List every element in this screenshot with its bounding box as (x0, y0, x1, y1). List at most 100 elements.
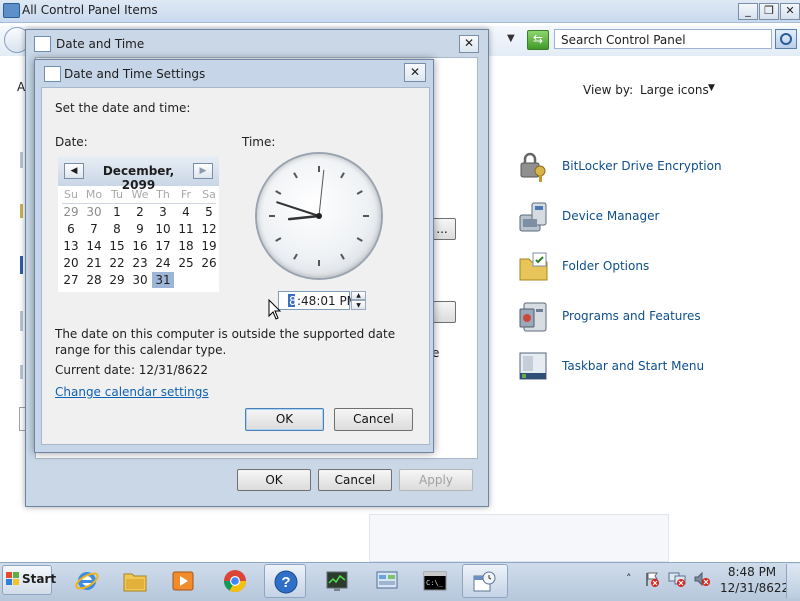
taskbar-chrome[interactable] (214, 564, 256, 598)
clock-minute-hand (276, 201, 320, 217)
calendar-day[interactable]: 30 (129, 272, 151, 288)
maximize-button[interactable]: ❐ (759, 3, 779, 20)
settings-cancel-button[interactable]: Cancel (334, 408, 413, 431)
time-hour[interactable]: 8 (289, 294, 297, 308)
svg-text:?: ? (281, 574, 290, 591)
refresh-button[interactable]: ⇆ (527, 30, 549, 50)
taskbar-control-panel[interactable] (366, 564, 408, 598)
calendar-day[interactable]: 24 (152, 255, 174, 271)
previous-month-button[interactable]: ◀ (64, 163, 84, 179)
calendar-day[interactable]: 28 (83, 272, 105, 288)
taskbar-help[interactable]: ? (264, 564, 306, 598)
calendar-day[interactable]: 25 (175, 255, 197, 271)
search-input[interactable]: Search Control Panel (554, 29, 772, 49)
taskbar-date-time[interactable] (462, 564, 508, 598)
time-spin-down-button[interactable]: ▼ (351, 300, 366, 310)
calendar-day-of-week: Th (156, 188, 170, 201)
clock-tick (293, 172, 298, 179)
calendar-day[interactable]: 20 (60, 255, 82, 271)
date-time-ok-button[interactable]: OK (237, 469, 311, 491)
cp-item-folder-options[interactable]: Folder Options (518, 251, 778, 285)
settings-close-button[interactable]: ✕ (404, 63, 426, 82)
cp-item-bitlocker[interactable]: BitLocker Drive Encryption (518, 151, 778, 185)
calendar-day[interactable]: 27 (60, 272, 82, 288)
cp-item-device-manager[interactable]: Device Manager (518, 201, 778, 235)
minimize-button[interactable]: _ (738, 3, 758, 20)
address-dropdown-icon[interactable]: ▼ (507, 33, 515, 44)
programs-features-icon (519, 302, 547, 332)
calendar-day[interactable]: 1 (106, 204, 128, 220)
search-icon[interactable] (775, 29, 797, 49)
calendar-day[interactable]: 16 (129, 238, 151, 254)
cp-item-taskbar-start-menu[interactable]: Taskbar and Start Menu (518, 351, 778, 385)
current-date-text: Current date: 12/31/8622 (55, 363, 208, 377)
calendar-day[interactable]: 26 (198, 255, 220, 271)
clock-tick (275, 190, 282, 195)
calendar-day[interactable]: 7 (83, 221, 105, 237)
cp-item-label: BitLocker Drive Encryption (562, 159, 722, 173)
time-label: Time: (242, 135, 276, 149)
close-button[interactable]: ✕ (780, 3, 800, 20)
view-by-dropdown[interactable]: Large icons (640, 83, 709, 97)
calendar-day[interactable]: 29 (60, 204, 82, 220)
action-center-flag-icon[interactable] (644, 571, 660, 587)
calendar-day[interactable]: 2 (129, 204, 151, 220)
calendar-day[interactable]: 4 (175, 204, 197, 220)
partial-icon (20, 152, 23, 168)
calendar-day[interactable]: 22 (106, 255, 128, 271)
date-time-close-button[interactable]: ✕ (459, 35, 479, 53)
calendar-day-of-week: We (131, 188, 149, 201)
date-time-cancel-button[interactable]: Cancel (318, 469, 392, 491)
view-by-label: View by: (583, 83, 634, 97)
settings-ok-button[interactable]: OK (245, 408, 324, 431)
calendar-day-of-week: Tu (110, 188, 124, 201)
calendar-day[interactable]: 23 (129, 255, 151, 271)
calendar-day[interactable]: 11 (175, 221, 197, 237)
show-desktop-button[interactable] (786, 564, 800, 598)
calendar-day[interactable]: 30 (83, 204, 105, 220)
calendar-day[interactable]: 29 (106, 272, 128, 288)
taskbar-clock-time[interactable]: 8:48 PM (724, 565, 780, 579)
taskbar-internet-explorer[interactable] (66, 564, 108, 598)
change-calendar-settings-link[interactable]: Change calendar settings (55, 385, 209, 399)
taskbar-clock-date[interactable]: 12/31/8622 (720, 581, 789, 595)
calendar-day[interactable]: 19 (198, 238, 220, 254)
time-value[interactable]: :48:01 PM (297, 294, 357, 308)
analog-clock (257, 154, 381, 278)
calendar-day[interactable]: 15 (106, 238, 128, 254)
taskbar-file-explorer[interactable] (114, 564, 156, 598)
next-month-button[interactable]: ▶ (193, 163, 213, 179)
calendar-day[interactable]: 21 (83, 255, 105, 271)
calendar-day[interactable]: 14 (83, 238, 105, 254)
chevron-down-icon[interactable]: ▼ (708, 83, 715, 93)
calendar-day[interactable]: 18 (175, 238, 197, 254)
calendar-day[interactable]: 12 (198, 221, 220, 237)
calendar-day[interactable]: 10 (152, 221, 174, 237)
mouse-cursor-icon (268, 299, 282, 320)
calendar-day[interactable]: 3 (152, 204, 174, 220)
start-label[interactable]: Start (22, 572, 56, 586)
calendar-day[interactable]: 6 (60, 221, 82, 237)
cp-item-programs-features[interactable]: Programs and Features (518, 301, 778, 335)
calendar-day[interactable]: 9 (129, 221, 151, 237)
calendar-day[interactable]: 17 (152, 238, 174, 254)
calendar-day[interactable]: 8 (106, 221, 128, 237)
calendar-day[interactable]: 31 (152, 272, 174, 288)
calendar-day-of-week: Mo (85, 188, 103, 201)
taskbar-task-manager[interactable] (316, 564, 358, 598)
show-hidden-icons-button[interactable]: ˄ (626, 572, 632, 585)
clock-hour-hand (287, 214, 321, 221)
calendar-day[interactable]: 13 (60, 238, 82, 254)
taskbar-media-player[interactable] (162, 564, 204, 598)
date-time-icon (34, 36, 51, 52)
help-icon: ? (274, 570, 298, 594)
network-icon[interactable] (668, 571, 686, 587)
clock-tick (340, 172, 345, 179)
calendar-day-of-week: Fr (180, 188, 192, 201)
taskbar-command-prompt[interactable]: C:\_ (414, 564, 456, 598)
internet-explorer-icon (75, 572, 99, 590)
time-spin-up-button[interactable]: ▲ (351, 291, 366, 300)
volume-icon[interactable] (694, 571, 710, 587)
calendar-day[interactable]: 5 (198, 204, 220, 220)
clock-face (269, 166, 369, 266)
